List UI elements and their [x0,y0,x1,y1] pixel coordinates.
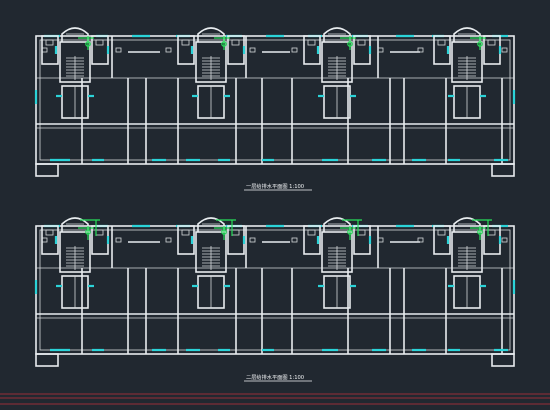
room-tag [291,237,298,243]
room-tag [115,47,122,53]
drawing-frame [0,393,550,405]
bay [491,163,515,177]
bay [491,353,515,367]
fixture [437,39,446,46]
bay [35,163,59,177]
fixture [95,39,104,46]
room-tag [115,237,122,243]
room-tag [249,237,256,243]
lower-plan-title: 二层给排水平面图 1:100 [246,373,304,381]
room-tag [249,47,256,53]
room-tag [165,47,172,53]
fixture [45,39,54,46]
upper-floor-plan [34,27,516,177]
fixture [181,39,190,46]
upper-plan-title: 一层给排水平面图 1:100 [246,182,304,190]
floor-plan-canvas: 一层给排水平面图 1:100 二层给排水平面图 1:100 [0,27,550,405]
fixture [95,229,104,236]
inner-wall [39,229,511,351]
fixture [45,229,54,236]
bay [35,353,59,367]
lower-floor-plan [34,217,516,367]
fixture [487,39,496,46]
fixture [231,39,240,46]
inner-wall [39,39,511,161]
fixture [487,229,496,236]
fixture [231,229,240,236]
fixture [357,229,366,236]
room-tag [501,47,508,53]
fixture [307,39,316,46]
fixture [437,229,446,236]
lower-plan-title-group: 二层给排水平面图 1:100 [244,373,312,382]
room-tag [501,237,508,243]
upper-plan-title-group: 一层给排水平面图 1:100 [244,182,312,191]
fixture [357,39,366,46]
room-tag [291,47,298,53]
room-tag [165,237,172,243]
fixture [181,229,190,236]
fixture [307,229,316,236]
